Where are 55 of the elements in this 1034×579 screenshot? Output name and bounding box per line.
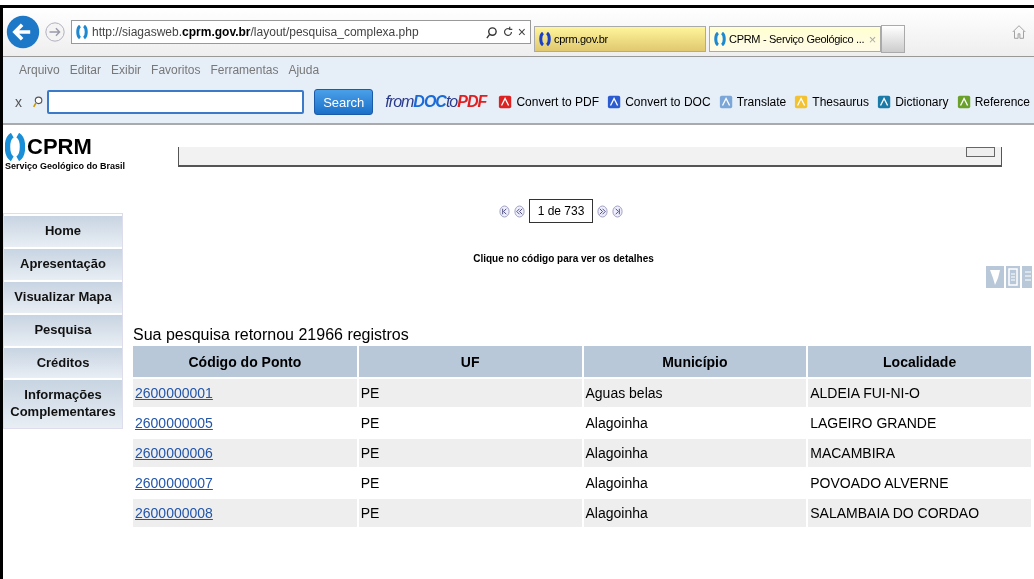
search-button[interactable]: Search bbox=[314, 89, 374, 115]
sidebar-item[interactable]: Créditos bbox=[4, 347, 122, 379]
table-cell: POVOADO ALVERNE bbox=[810, 475, 949, 491]
code-link[interactable]: 2600000001 bbox=[135, 385, 213, 401]
table-cell: Alagoinha bbox=[585, 475, 648, 491]
stop-button[interactable]: × bbox=[517, 24, 526, 40]
code-link[interactable]: 2600000005 bbox=[135, 415, 213, 431]
address-bar[interactable]: http://siagasweb.cprm.gov.br/layout/pesquisa_complexa.php × bbox=[71, 20, 531, 44]
code-link[interactable]: 2600000006 bbox=[135, 445, 213, 461]
sidebar-item[interactable]: Home bbox=[4, 216, 122, 247]
toolbar-button[interactable]: Thesaurus bbox=[812, 95, 870, 109]
table-cell: PE bbox=[360, 475, 380, 491]
close-button[interactable]: x bbox=[15, 94, 22, 110]
code-link[interactable]: 2600000008 bbox=[135, 505, 213, 521]
column-header: Município bbox=[582, 346, 808, 378]
table-cell: Aguas belas bbox=[585, 385, 663, 401]
menu-item[interactable]: Ajuda bbox=[288, 63, 320, 77]
code-link[interactable]: 2600000007 bbox=[135, 475, 213, 491]
table-cell: Alagoinha bbox=[585, 445, 648, 461]
toolbar-button[interactable]: Dictionary bbox=[895, 95, 949, 109]
table-cell: Alagoinha bbox=[585, 415, 648, 431]
menu-item[interactable]: Exibir bbox=[111, 63, 142, 77]
sidebar-item[interactable]: Visualizar Mapa bbox=[4, 281, 122, 313]
sidebar-item[interactable]: Informações Complementares bbox=[4, 380, 122, 429]
table-cell: PE bbox=[360, 445, 380, 461]
browser-tab[interactable]: CPRM - Serviço Geológico ... × bbox=[709, 26, 881, 52]
table-cell: ALDEIA FUI-NI-O bbox=[810, 385, 920, 401]
logo-text: CPRM bbox=[27, 134, 92, 160]
toolbar-button[interactable]: Convert to PDF bbox=[516, 95, 600, 109]
table-cell: Alagoinha bbox=[585, 505, 648, 521]
toolbar-button[interactable]: Translate bbox=[736, 95, 787, 109]
menu-item[interactable]: Favoritos bbox=[151, 63, 201, 77]
url-text: http://siagasweb.cprm.gov.br/layout/pesquisa_complexa.php bbox=[92, 25, 420, 39]
fromdoctopdf-logo[interactable]: fromDOCtoPDF bbox=[385, 93, 487, 111]
menu-item[interactable]: Editar bbox=[69, 63, 102, 77]
table-cell: MACAMBIRA bbox=[810, 445, 896, 461]
menu-item[interactable]: Arquivo bbox=[19, 63, 60, 77]
toolbar-button[interactable]: Reference bbox=[974, 95, 1030, 109]
sidebar-item[interactable]: Pesquisa bbox=[4, 314, 122, 346]
column-header: Código do Ponto bbox=[133, 346, 358, 378]
table-cell: PE bbox=[360, 415, 380, 431]
toolbar-button[interactable]: Convert to DOC bbox=[625, 95, 711, 109]
sidebar-item[interactable]: Apresentação bbox=[4, 248, 122, 280]
table-cell: PE bbox=[360, 505, 380, 521]
hint-text: Clique no código para ver os detalhes bbox=[472, 253, 655, 264]
table-cell: PE bbox=[360, 385, 380, 401]
browser-tab[interactable]: cprm.gov.br bbox=[534, 26, 706, 52]
column-header: UF bbox=[357, 346, 583, 378]
table-cell: LAGEIRO GRANDE bbox=[810, 415, 937, 431]
results-summary: Sua pesquisa retornou 21966 registros bbox=[133, 326, 410, 344]
logo-subtitle: Serviço Geológico do Brasil bbox=[5, 161, 123, 171]
menu-item[interactable]: Ferramentas bbox=[210, 63, 279, 77]
page-indicator: 1 de 733 bbox=[528, 199, 594, 223]
table-cell: SALAMBAIA DO CORDAO bbox=[810, 505, 980, 521]
column-header: Localidade bbox=[807, 346, 1032, 378]
